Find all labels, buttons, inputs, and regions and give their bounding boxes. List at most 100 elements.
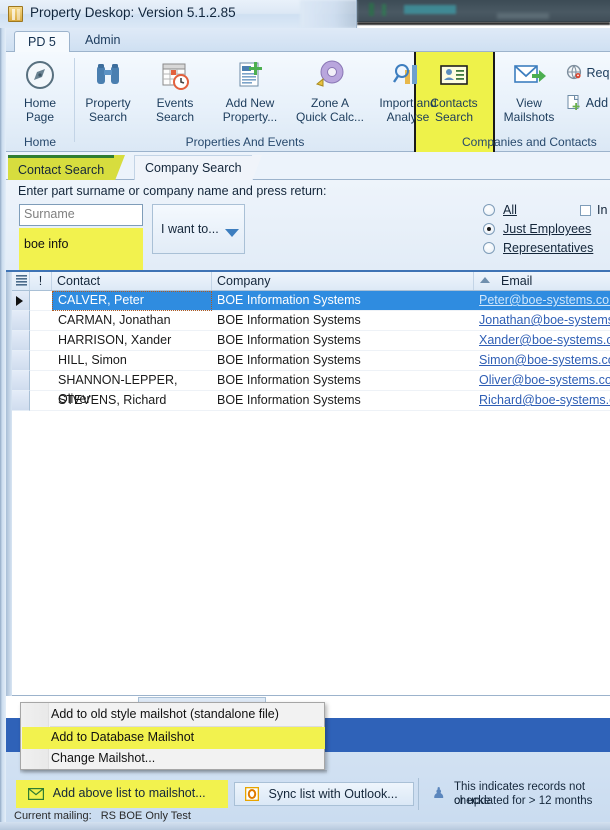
current-mailing-status: Current mailing: RS BOE Only Test <box>14 810 191 822</box>
sync-list-with-outlook-button[interactable]: Sync list with Outlook... <box>234 782 414 806</box>
grid-header-company[interactable]: Company <box>212 272 474 290</box>
search-input[interactable]: boe info <box>20 234 142 256</box>
cell-email[interactable]: Simon@boe-systems.co.u <box>474 351 610 371</box>
cell-contact: HARRISON, Xander <box>52 331 212 351</box>
required-label: Require <box>586 66 610 80</box>
contacts-search-label-1: Contacts <box>421 96 487 110</box>
property-search-label-2: Search <box>75 110 141 124</box>
i-want-to-label: I want to... <box>161 222 219 236</box>
tab-company-search-label: Company Search <box>145 161 242 175</box>
globe-pin-icon <box>566 64 583 81</box>
cell-email[interactable]: Peter@boe-systems.co.uk <box>474 291 610 311</box>
menu-item-change-mailshot[interactable]: Change Mailshot... <box>22 748 325 770</box>
menu-item-add-to-database-mailshot[interactable]: Add to Database Mailshot <box>22 727 325 749</box>
title-bar: Property Deskop: Version 5.1.2.85 <box>0 0 357 28</box>
home-page-label-1: Home <box>7 96 73 110</box>
desktop-background-band <box>357 0 610 22</box>
add-company-label: Add Co <box>586 96 610 110</box>
cell-contact: CALVER, Peter <box>52 291 212 311</box>
cell-company: BOE Information Systems <box>212 371 474 391</box>
menu-item-add-old-style-mailshot[interactable]: Add to old style mailshot (standalone fi… <box>22 704 325 726</box>
cell-company: BOE Information Systems <box>212 291 474 311</box>
search-hint: Enter part surname or company name and p… <box>18 184 326 198</box>
tab-company-search[interactable]: Company Search <box>134 155 253 180</box>
row-selector[interactable] <box>12 371 30 391</box>
envelope-icon <box>28 788 44 800</box>
row-selector[interactable] <box>12 351 30 371</box>
include-checkbox[interactable]: In <box>580 203 607 217</box>
home-page-button[interactable]: Home Page <box>7 58 73 124</box>
table-row[interactable]: HILL, Simon BOE Information Systems Simo… <box>12 351 610 371</box>
contacts-grid: ! Contact Company Email CALVER, Peter BO… <box>6 272 610 696</box>
add-above-list-to-mailshot-button[interactable]: Add above list to mailshot... <box>20 782 220 806</box>
row-flag <box>30 391 52 411</box>
tab-contact-search[interactable]: Contact Search <box>8 155 114 180</box>
current-mailing-label: Current mailing: <box>14 810 92 822</box>
cell-contact: CARMAN, Jonathan <box>52 311 212 331</box>
ribbon-group-properties-title: Properties And Events <box>75 135 415 149</box>
zone-a-quick-calc-button[interactable]: Zone A Quick Calc... <box>289 58 371 124</box>
row-selector[interactable] <box>12 391 30 411</box>
table-row[interactable]: HARRISON, Xander BOE Information Systems… <box>12 331 610 351</box>
required-button[interactable]: Require <box>566 64 610 81</box>
radio-all[interactable]: All <box>483 203 517 217</box>
cell-email[interactable]: Jonathan@boe-systems.co <box>474 311 610 331</box>
sort-ascending-icon <box>480 277 490 283</box>
row-selector[interactable] <box>12 291 30 311</box>
add-mailshot-label: Add above list to mailshot... <box>53 786 206 800</box>
grid-header-selector[interactable] <box>12 272 30 290</box>
row-flag <box>30 351 52 371</box>
table-row[interactable]: CALVER, Peter BOE Information Systems Pe… <box>12 291 610 311</box>
chevron-down-icon <box>225 229 239 237</box>
zone-a-label-2: Quick Calc... <box>289 110 371 124</box>
property-search-button[interactable]: Property Search <box>75 58 141 124</box>
ribbon-tab-pd5[interactable]: PD 5 <box>14 31 70 53</box>
row-flag <box>30 371 52 391</box>
radio-representatives-label: Representatives <box>503 241 593 255</box>
include-checkbox-indicator <box>580 205 591 216</box>
grid-header-flag[interactable]: ! <box>30 272 52 290</box>
radio-representatives[interactable]: Representatives <box>483 241 593 255</box>
sync-outlook-label: Sync list with Outlook... <box>268 787 397 801</box>
table-row[interactable]: CARMAN, Jonathan BOE Information Systems… <box>12 311 610 331</box>
contacts-search-button[interactable]: Contacts Search <box>421 58 487 124</box>
grid-header-contact[interactable]: Contact <box>52 272 212 290</box>
table-row[interactable]: STEVENS, Richard BOE Information Systems… <box>12 391 610 411</box>
surname-input[interactable]: Surname <box>19 204 143 226</box>
events-search-button[interactable]: Events Search <box>142 58 208 124</box>
ribbon-tab-admin[interactable]: Admin <box>72 30 133 52</box>
cell-contact: SHANNON-LEPPER, Oliver <box>52 371 212 391</box>
events-search-label-1: Events <box>142 96 208 110</box>
radio-just-employees[interactable]: Just Employees <box>483 222 591 236</box>
ribbon-group-companies-contacts: Contacts Search View Mailshots <box>418 52 610 152</box>
radio-all-label: All <box>503 203 517 217</box>
row-selector[interactable] <box>12 331 30 351</box>
ribbon-tabstrip: PD 5 Admin <box>6 28 610 52</box>
add-new-property-button[interactable]: Add New Property... <box>209 58 291 124</box>
add-company-icon <box>566 94 583 111</box>
envelope-arrow-icon <box>512 58 546 92</box>
row-flag <box>30 291 52 311</box>
row-flag <box>30 311 52 331</box>
property-search-label-1: Property <box>75 96 141 110</box>
grid-header: ! Contact Company Email <box>12 272 610 291</box>
cell-email[interactable]: Richard@boe-systems.co. <box>474 391 610 411</box>
outlook-icon <box>245 787 259 801</box>
cell-email[interactable]: Oliver@boe-systems.co.uk <box>474 371 610 391</box>
grid-header-email[interactable]: Email <box>474 272 610 290</box>
radio-just-employees-label: Just Employees <box>503 222 591 236</box>
cell-email[interactable]: Xander@boe-systems.co.u <box>474 331 610 351</box>
view-mailshots-label-1: View <box>496 96 562 110</box>
ribbon-group-properties-events: Property Search Events Search <box>75 52 415 152</box>
window-title: Property Deskop: Version 5.1.2.85 <box>30 5 236 20</box>
row-selector[interactable] <box>12 311 30 331</box>
table-row[interactable]: SHANNON-LEPPER, Oliver BOE Information S… <box>12 371 610 391</box>
binoculars-icon <box>91 58 125 92</box>
zone-a-label-1: Zone A <box>289 96 371 110</box>
i-want-to-dropdown[interactable]: I want to... <box>152 204 245 254</box>
radio-representatives-indicator <box>483 242 495 254</box>
window-bottom-border <box>0 822 610 830</box>
add-company-button[interactable]: Add Co <box>566 94 610 111</box>
calendar-clock-icon <box>158 58 192 92</box>
view-mailshots-button[interactable]: View Mailshots <box>496 58 562 124</box>
